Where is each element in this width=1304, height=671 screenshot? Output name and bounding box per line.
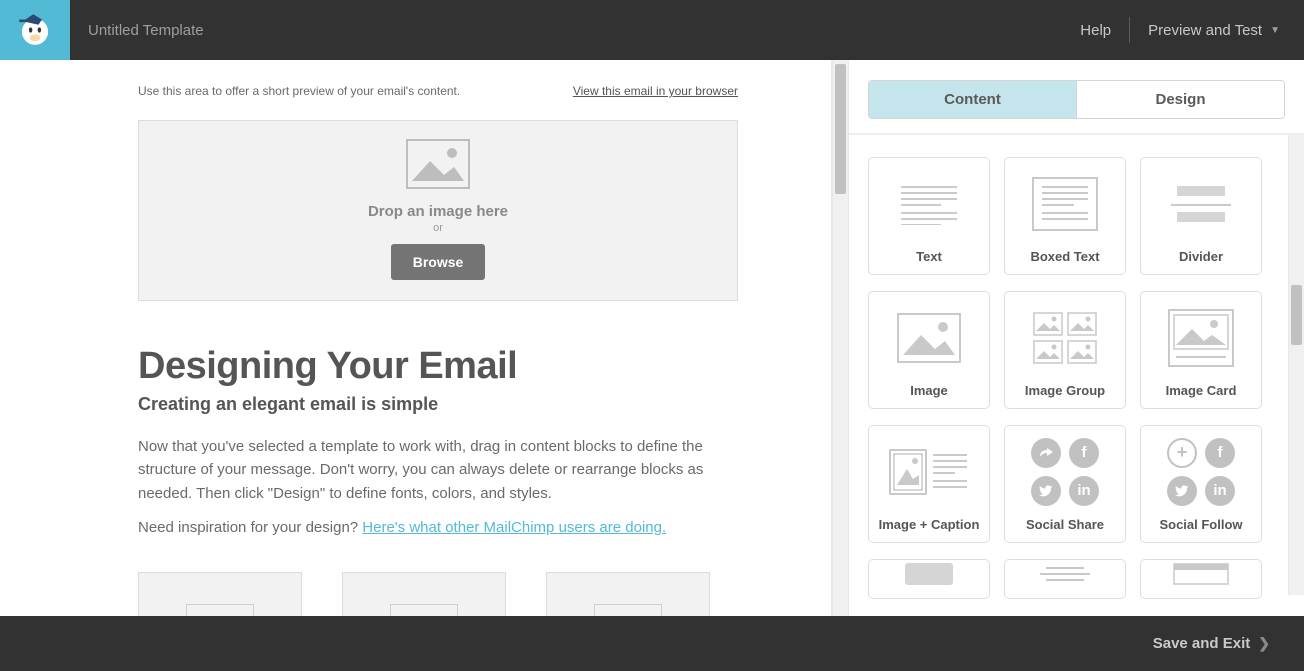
- block-social-share[interactable]: f in Social Share: [1004, 425, 1126, 543]
- plus-icon: +: [1167, 438, 1197, 468]
- inspiration-link[interactable]: Here's what other MailChimp users are do…: [362, 519, 666, 536]
- tab-content[interactable]: Content: [869, 81, 1076, 118]
- block-label: Divider: [1179, 249, 1223, 264]
- tab-design[interactable]: Design: [1076, 81, 1284, 118]
- image-icon: [869, 292, 989, 383]
- sidebar-left-scrollbar[interactable]: [832, 60, 849, 616]
- block-label: Image + Caption: [879, 517, 980, 532]
- image-caption-icon: [869, 426, 989, 517]
- app-header: Untitled Template Help Preview and Test …: [0, 0, 1304, 60]
- logo[interactable]: [0, 0, 70, 60]
- block-partial[interactable]: [1140, 559, 1262, 599]
- document-title: Untitled Template: [88, 22, 204, 39]
- content-blocks-grid: Text Boxed Text Divider Image: [849, 135, 1304, 599]
- share-arrow-icon: [1031, 438, 1061, 468]
- cta-row: Need inspiration for your design? Here's…: [138, 519, 738, 536]
- block-divider[interactable]: Divider: [1140, 157, 1262, 275]
- block-label: Image: [910, 383, 948, 398]
- footer-icon: [1005, 560, 1125, 588]
- block-social-follow[interactable]: + f in Social Follow: [1140, 425, 1262, 543]
- linkedin-icon: in: [1205, 476, 1235, 506]
- chevron-down-icon: ▼: [1270, 25, 1280, 36]
- preview-and-test-dropdown[interactable]: Preview and Test ▼: [1148, 22, 1280, 39]
- sidebar-right-scrollbar[interactable]: [1288, 135, 1304, 595]
- code-icon: [1141, 560, 1261, 588]
- image-placeholder-icon: [406, 139, 470, 189]
- header-divider: [1129, 17, 1130, 43]
- email-canvas: Use this area to offer a short preview o…: [0, 60, 848, 616]
- sidebar-tabs: Content Design: [868, 80, 1285, 119]
- save-exit-label: Save and Exit: [1153, 635, 1251, 652]
- email-body-text: Now that you've selected a template to w…: [138, 435, 738, 505]
- sidebar-panel: Content Design Text Boxed Text: [848, 60, 1304, 616]
- email-subheading: Creating an elegant email is simple: [138, 394, 738, 415]
- block-image-caption[interactable]: Image + Caption: [868, 425, 990, 543]
- block-partial[interactable]: [1004, 559, 1126, 599]
- image-slot[interactable]: [342, 572, 506, 616]
- block-boxed-text[interactable]: Boxed Text: [1004, 157, 1126, 275]
- image-card-icon: [1141, 292, 1261, 383]
- block-image-group[interactable]: Image Group: [1004, 291, 1126, 409]
- twitter-icon: [1167, 476, 1197, 506]
- block-image[interactable]: Image: [868, 291, 990, 409]
- cta-prefix: Need inspiration for your design?: [138, 519, 362, 536]
- block-text[interactable]: Text: [868, 157, 990, 275]
- preview-test-label: Preview and Test: [1148, 22, 1262, 39]
- drop-or: or: [139, 222, 737, 234]
- block-partial[interactable]: [868, 559, 990, 599]
- email-heading: Designing Your Email: [138, 345, 738, 388]
- image-slot[interactable]: [546, 572, 710, 616]
- block-label: Image Card: [1166, 383, 1237, 398]
- chevron-right-icon: ❯: [1258, 635, 1270, 652]
- image-dropzone[interactable]: Drop an image here or Browse: [138, 120, 738, 301]
- divider-icon: [1141, 158, 1261, 249]
- twitter-icon: [1031, 476, 1061, 506]
- button-icon: [869, 560, 989, 588]
- preview-text-hint: Use this area to offer a short preview o…: [138, 84, 460, 98]
- block-label: Social Follow: [1159, 517, 1242, 532]
- block-image-card[interactable]: Image Card: [1140, 291, 1262, 409]
- social-share-icon: f in: [1005, 426, 1125, 517]
- view-in-browser-link[interactable]: View this email in your browser: [573, 84, 738, 98]
- block-label: Boxed Text: [1030, 249, 1099, 264]
- boxed-text-icon: [1005, 158, 1125, 249]
- save-and-exit-button[interactable]: Save and Exit ❯: [1153, 635, 1270, 652]
- image-group-icon: [1005, 292, 1125, 383]
- image-thumbnail-row: [138, 572, 738, 616]
- social-follow-icon: + f in: [1141, 426, 1261, 517]
- block-label: Social Share: [1026, 517, 1104, 532]
- linkedin-icon: in: [1069, 476, 1099, 506]
- block-label: Text: [916, 249, 942, 264]
- drop-title: Drop an image here: [139, 203, 737, 220]
- help-link[interactable]: Help: [1080, 22, 1111, 39]
- app-footer: Save and Exit ❯: [0, 616, 1304, 671]
- facebook-icon: f: [1205, 438, 1235, 468]
- image-slot[interactable]: [138, 572, 302, 616]
- text-lines-icon: [869, 158, 989, 249]
- block-label: Image Group: [1025, 383, 1105, 398]
- facebook-icon: f: [1069, 438, 1099, 468]
- browse-button[interactable]: Browse: [391, 244, 486, 280]
